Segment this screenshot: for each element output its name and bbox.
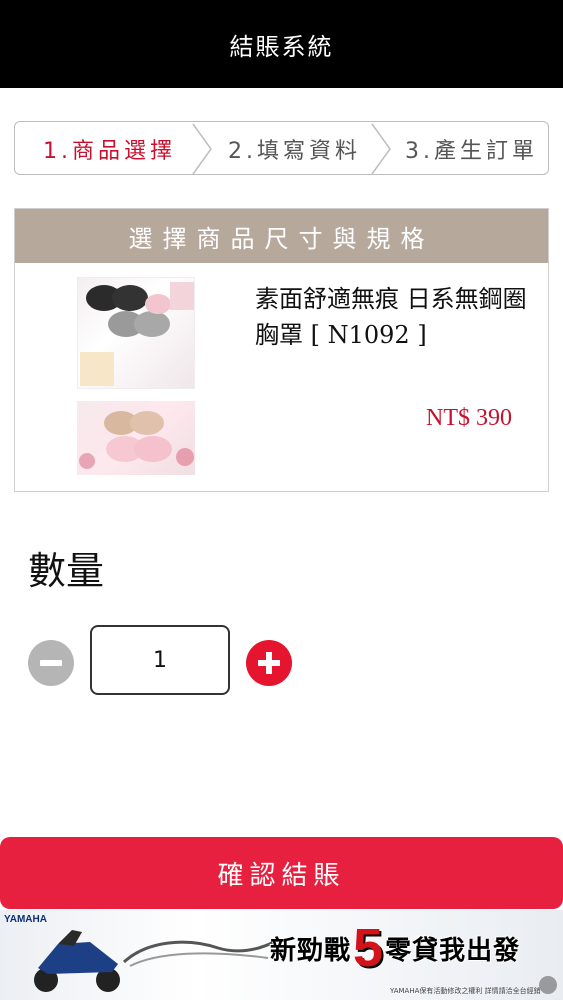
increase-quantity-button[interactable]	[246, 640, 292, 686]
ad-banner[interactable]: YAMAHA 新勁戰 5 零貸我出發 YAMAHA保有活動修改之權利 詳情請洽全…	[0, 910, 563, 1000]
quantity-label: 數量	[28, 549, 105, 593]
page-title: 結賬系統	[229, 32, 334, 61]
step-product-selection: 1.商品選擇	[43, 139, 176, 164]
ad-slogan: 新勁戰 5 零貸我出發	[270, 918, 520, 978]
step-create-order: 3.產生訂單	[405, 139, 538, 164]
top-bar: 結賬系統	[0, 0, 563, 88]
step-fill-info: 2.填寫資料	[228, 139, 361, 164]
confirm-checkout-button[interactable]: 確認結賬	[0, 837, 563, 909]
confirm-checkout-label: 確認結賬	[217, 859, 346, 890]
product-section-header: 選擇商品尺寸與規格	[15, 209, 548, 263]
ad-info-icon[interactable]	[539, 976, 557, 994]
step-separator-icon	[371, 123, 391, 174]
ad-fine-print: YAMAHA保有活動修改之權利 詳情請洽全台經銷	[390, 987, 541, 995]
checkout-steps: 1.商品選擇 2.填寫資料 3.產生訂單	[14, 121, 549, 175]
product-name: 素面舒適無痕 日系無鋼圈胸罩 [ N1092 ]	[255, 285, 527, 349]
ad-slogan-part: 新勁戰	[270, 935, 352, 966]
ad-slogan-part: 零貸我出發	[385, 935, 521, 966]
quantity-input[interactable]	[90, 625, 230, 695]
ad-slogan-number: 5	[353, 918, 384, 978]
product-card: 選擇商品尺寸與規格 素面舒適無痕 日系無鋼圈胸罩 [ N1092 ] NT$ 3…	[14, 208, 549, 492]
step-separator-icon	[192, 123, 212, 174]
decrease-quantity-button[interactable]	[28, 640, 74, 686]
product-image	[77, 401, 195, 475]
ad-model-logo	[122, 940, 275, 967]
product-section-title: 選擇商品尺寸與規格	[128, 224, 435, 253]
product-image	[77, 277, 195, 389]
scooter-image	[34, 930, 120, 992]
product-price: NT$ 390	[426, 405, 512, 431]
